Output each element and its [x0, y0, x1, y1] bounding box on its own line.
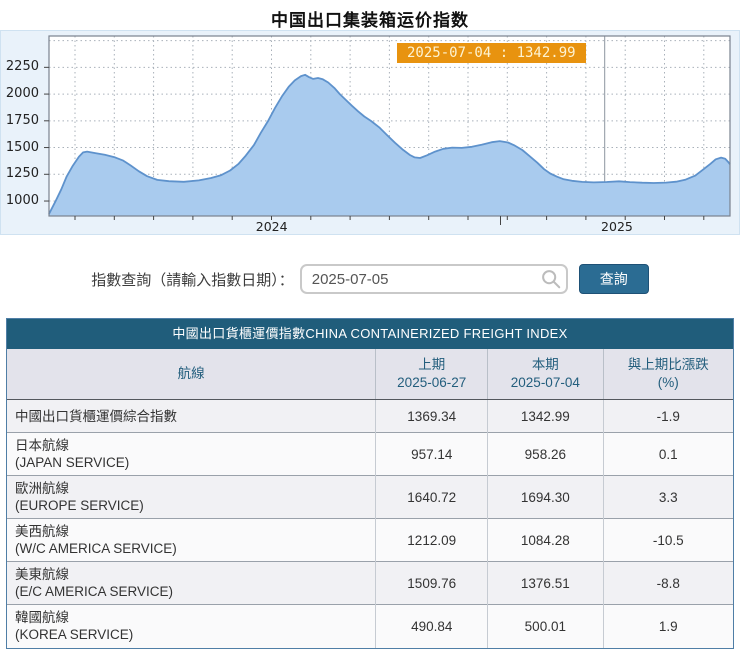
change-value: -10.5	[602, 518, 733, 562]
route-cell: 歐洲航線 (EUROPE SERVICE)	[7, 475, 376, 519]
route-name-zh: 美東航線	[15, 567, 69, 582]
table-row: 歐洲航線 (EUROPE SERVICE) 1640.72 1694.30 3.…	[7, 475, 733, 519]
prev-date: 2025-06-27	[397, 375, 467, 390]
route-name-en: (EUROPE SERVICE)	[15, 498, 144, 513]
chart-panel: 1000 1250 1500 1750 2000 2250 2024 2025 2025-0…	[0, 30, 740, 235]
table-row: 中國出口貨櫃運價綜合指數 1369.34 1342.99 -1.9	[7, 399, 733, 433]
prev-value: 1369.34	[375, 399, 488, 433]
route-name-en: (W/C AMERICA SERVICE)	[15, 541, 177, 556]
route-cell: 美東航線 (E/C AMERICA SERVICE)	[7, 561, 376, 605]
change-value: 1.9	[602, 604, 733, 648]
route-name-en: (E/C AMERICA SERVICE)	[15, 584, 174, 599]
route-cell: 韓國航線 (KOREA SERVICE)	[7, 604, 376, 648]
route-name-en: (JAPAN SERVICE)	[15, 455, 130, 470]
table-row: 美東航線 (E/C AMERICA SERVICE) 1509.76 1376.…	[7, 561, 733, 605]
prev-value: 957.14	[375, 432, 488, 476]
x-axis-tick-label: 2025	[601, 219, 633, 234]
route-name-en: (KOREA SERVICE)	[15, 627, 134, 643]
col-header-curr: 本期 2025-07-04	[487, 349, 604, 400]
route-name-zh: 美西航線	[15, 524, 69, 539]
query-bar: 指數查詢（請輸入指數日期）： 查詢	[0, 263, 740, 295]
col-header-change: 與上期比漲跌 (%)	[602, 349, 733, 400]
x-axis-labels: 2024 2025	[1, 31, 739, 234]
change-label: 與上期比漲跌	[627, 357, 709, 372]
curr-value: 958.26	[487, 432, 604, 476]
prev-value: 1212.09	[375, 518, 488, 562]
x-axis-tick-label: 2024	[255, 219, 288, 234]
route-name-zh: 日本航線	[15, 438, 69, 453]
change-value: 3.3	[602, 475, 733, 519]
table-header-row: 航線 上期 2025-06-27 本期 2025-07-04 與上期比漲跌 (%…	[7, 349, 733, 400]
change-unit: (%)	[657, 375, 679, 390]
prev-value: 490.84	[375, 604, 488, 648]
prev-value: 1640.72	[375, 475, 488, 519]
change-value: -8.8	[602, 561, 733, 605]
route-name-zh: 中國出口貨櫃運價綜合指數	[15, 408, 177, 424]
date-input-wrap	[299, 264, 568, 294]
page-title: 中国出口集装箱运价指数	[271, 11, 469, 30]
prev-label: 上期	[418, 357, 446, 372]
route-cell: 中國出口貨櫃運價綜合指數	[7, 400, 376, 433]
col-header-prev: 上期 2025-06-27	[375, 349, 488, 400]
curr-date: 2025-07-04	[510, 375, 580, 390]
curr-value: 1694.30	[487, 475, 604, 519]
curr-value: 1376.51	[487, 561, 604, 605]
query-button[interactable]: 查詢	[578, 264, 649, 294]
chart-tooltip: 2025-07-04 : 1342.99	[397, 43, 586, 63]
query-label: 指數查詢（請輸入指數日期）：	[91, 271, 294, 289]
curr-label: 本期	[531, 357, 559, 372]
route-name-zh: 歐洲航線	[15, 481, 69, 496]
table-row: 日本航線 (JAPAN SERVICE) 957.14 958.26 0.1	[7, 432, 733, 476]
table-row: 韓國航線 (KOREA SERVICE) 490.84 500.01 1.9	[7, 604, 733, 648]
route-cell: 美西航線 (W/C AMERICA SERVICE)	[7, 518, 376, 562]
prev-value: 1509.76	[375, 561, 488, 605]
table-title: 中國出口貨櫃運價指數CHINA CONTAINERIZED FREIGHT IN…	[7, 319, 733, 349]
curr-value: 500.01	[487, 604, 604, 648]
change-value: 0.1	[602, 432, 733, 476]
search-icon	[541, 270, 561, 289]
change-value: -1.9	[602, 399, 733, 433]
curr-value: 1084.28	[487, 518, 604, 562]
table-row: 美西航線 (W/C AMERICA SERVICE) 1212.09 1084.…	[7, 518, 733, 562]
curr-value: 1342.99	[487, 399, 604, 433]
route-name-zh: 韓國航線	[15, 610, 69, 626]
index-date-input[interactable]	[299, 264, 568, 294]
ccfi-table: 中國出口貨櫃運價指數CHINA CONTAINERIZED FREIGHT IN…	[6, 318, 734, 649]
route-cell: 日本航線 (JAPAN SERVICE)	[7, 432, 376, 476]
col-header-route: 航線	[7, 349, 376, 400]
